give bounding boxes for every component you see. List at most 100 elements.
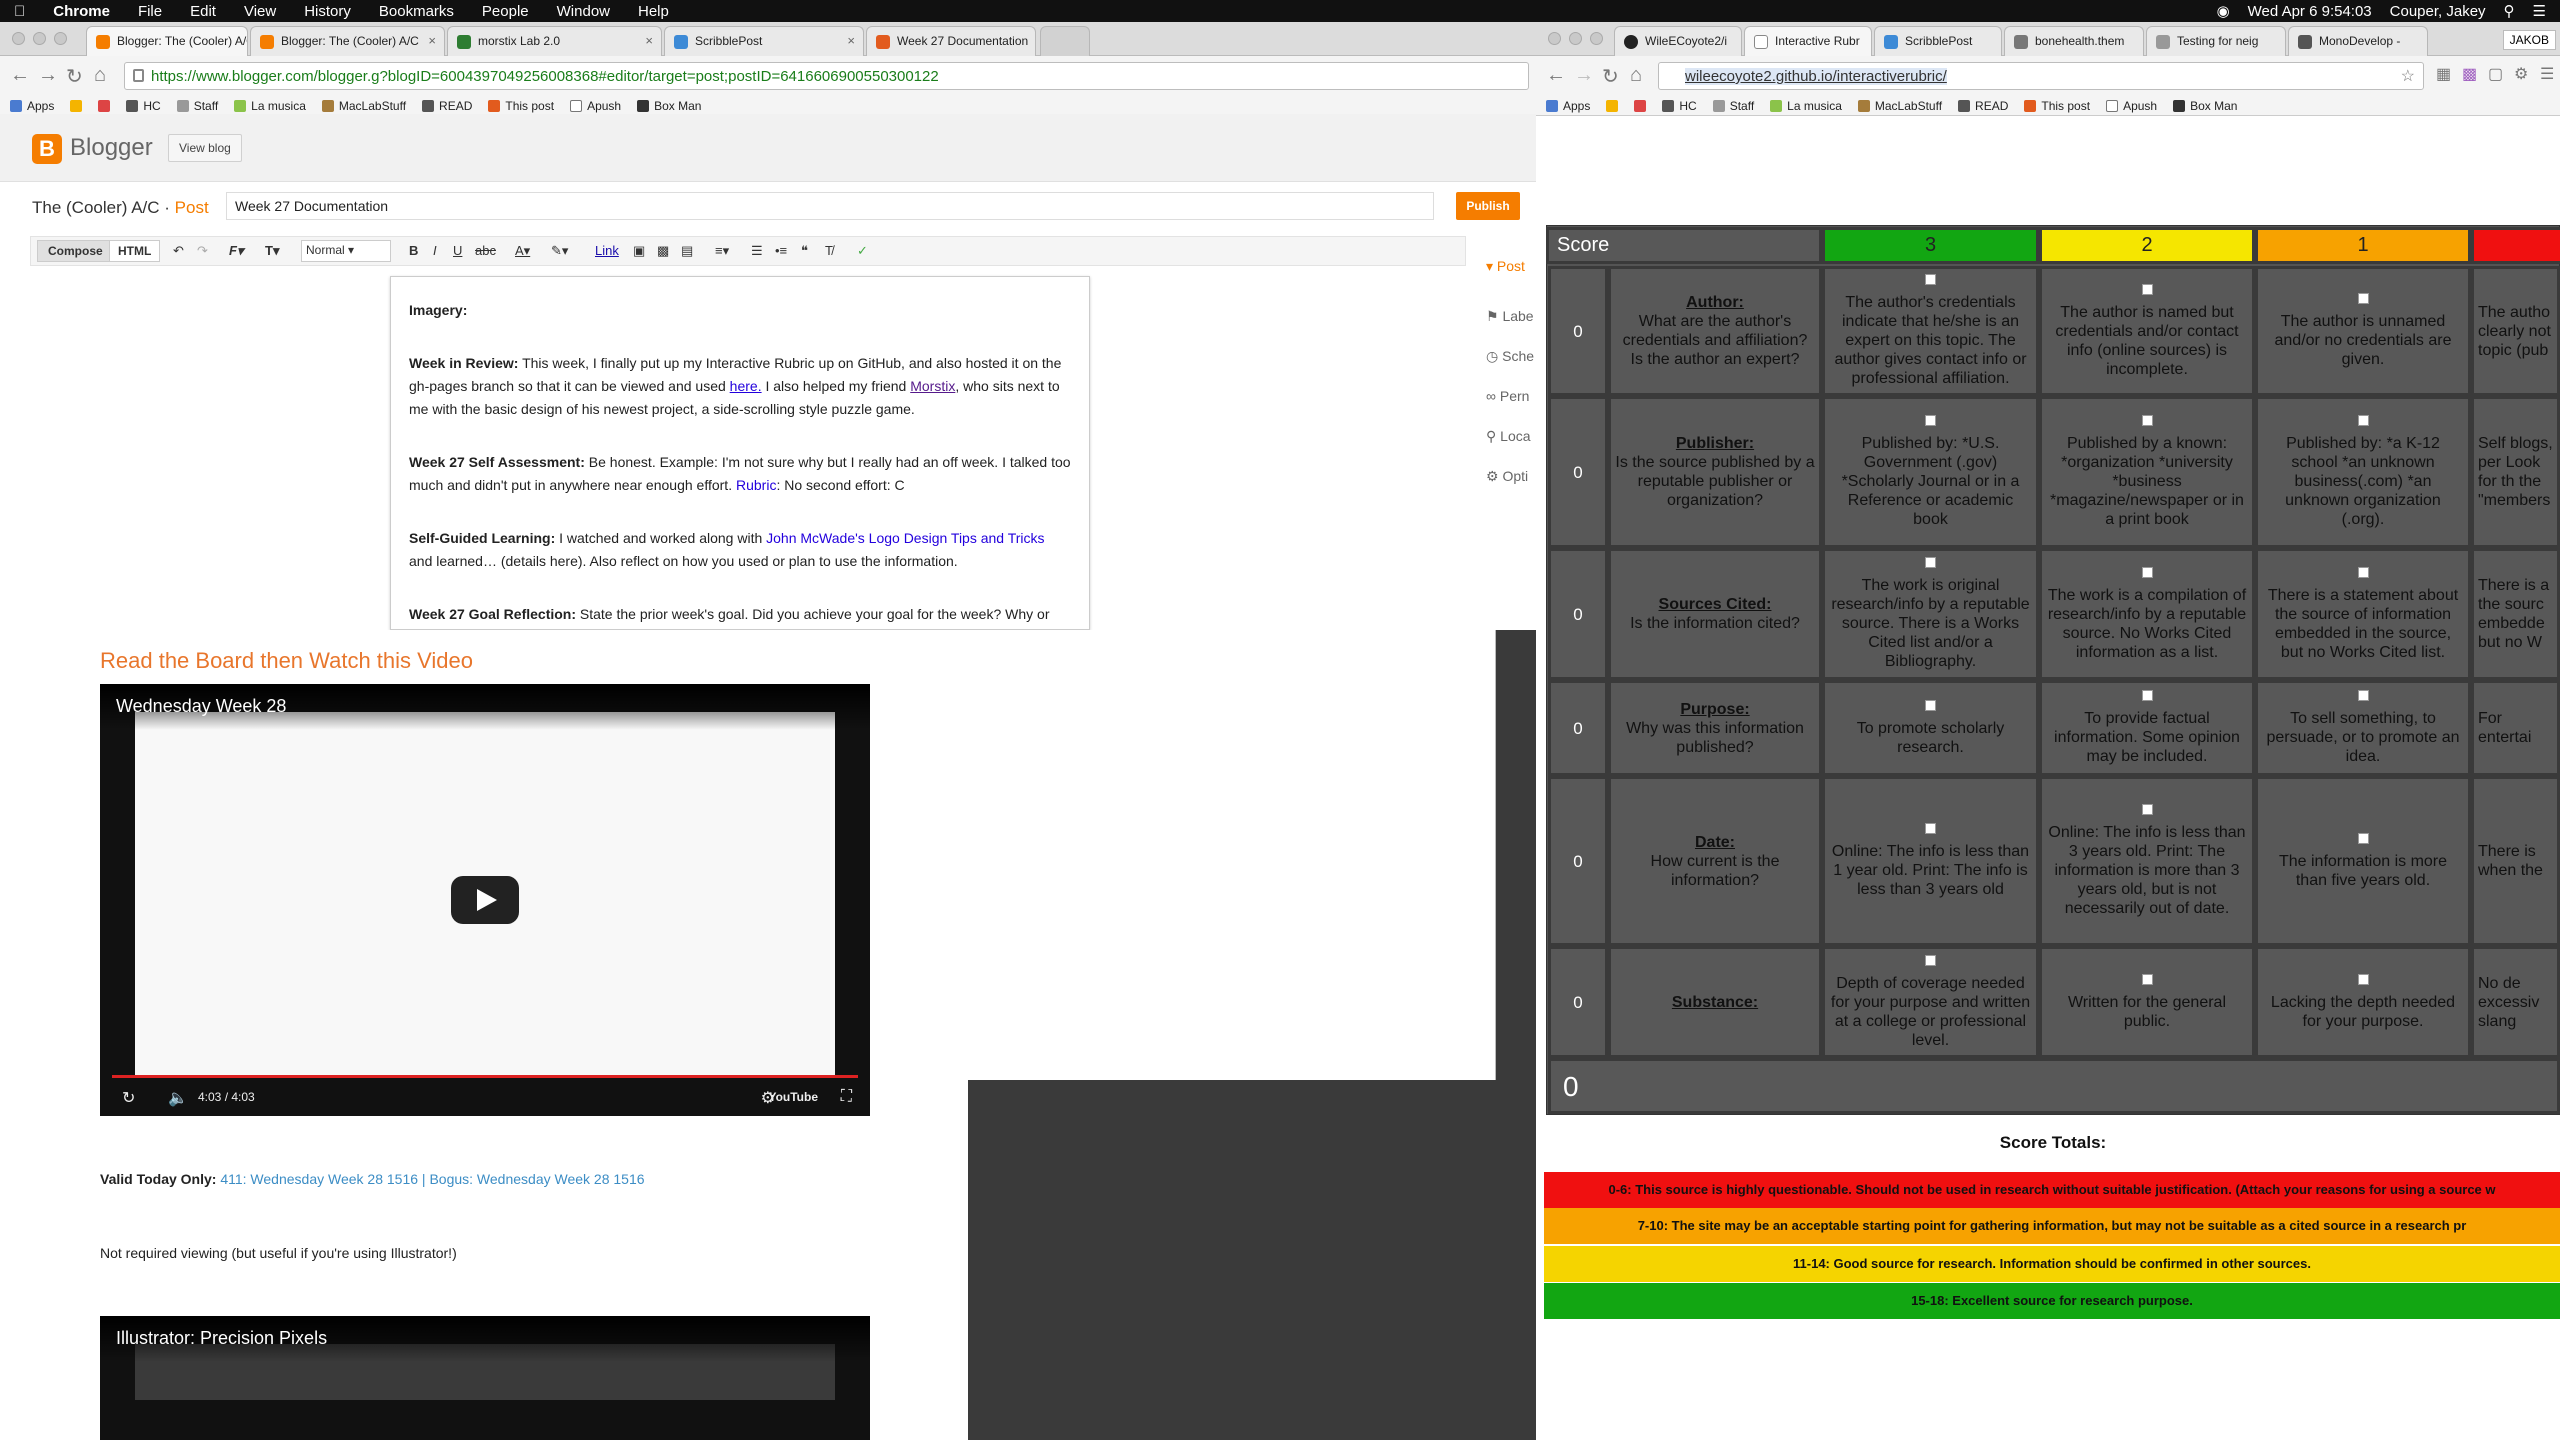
tab-blogger-1[interactable]: Blogger: The (Cooler) A/C (86, 26, 248, 56)
option-checkbox[interactable] (2141, 804, 2153, 815)
rubric-option-3[interactable]: The author's credentials indicate that h… (1822, 266, 2039, 396)
sidebar-item-permalink[interactable]: ∞ Pern (1486, 388, 1529, 404)
bullet-list-icon[interactable]: •≡ (775, 243, 787, 258)
option-checkbox[interactable] (2357, 690, 2369, 701)
search-icon[interactable]: ⚲ (2504, 2, 2515, 20)
highlight-icon[interactable]: ✎▾ (551, 243, 568, 259)
bookmark-apps[interactable]: Apps (1546, 99, 1590, 113)
bookmark-this-post[interactable]: This post (2024, 99, 2090, 113)
bookmark-la-musica[interactable]: La musica (234, 99, 306, 113)
view-blog-button[interactable]: View blog (168, 134, 242, 162)
rubric-option-3[interactable]: The work is original research/info by a … (1822, 548, 2039, 680)
bookmark-apps[interactable]: Apps (10, 99, 54, 113)
sidebar-item-labels[interactable]: ⚑ Labe (1486, 308, 1534, 325)
menu-view[interactable]: View (230, 3, 290, 20)
bookmark-staff[interactable]: Staff (176, 99, 218, 113)
rubric-option-2[interactable]: To provide factual information. Some opi… (2039, 680, 2255, 776)
bookmark-apush[interactable]: Apush (570, 99, 621, 113)
option-checkbox[interactable] (2357, 566, 2369, 578)
youtube-logo[interactable]: YouTube (768, 1090, 818, 1104)
option-checkbox[interactable] (2141, 690, 2153, 701)
video-player[interactable]: Wednesday Week 28 ↻ 🔈 4:03 / 4:03 ⚙ YouT… (100, 684, 870, 1116)
maximize-window-button[interactable] (54, 32, 67, 45)
undo-icon[interactable]: ↶ (173, 243, 184, 259)
close-window-button[interactable] (1548, 32, 1561, 45)
option-checkbox[interactable] (1925, 954, 1936, 966)
bookmark-gmail[interactable] (1634, 99, 1647, 112)
option-checkbox[interactable] (2357, 293, 2369, 304)
rubric-option-2[interactable]: The work is a compilation of research/in… (2039, 548, 2255, 680)
option-checkbox[interactable] (1925, 699, 1936, 711)
apple-icon[interactable]:  (0, 3, 39, 20)
rubric-option-2[interactable]: Written for the general public. (2039, 946, 2255, 1058)
bookmark-star-icon[interactable]: ☆ (2401, 66, 2415, 86)
menu-window[interactable]: Window (543, 3, 624, 20)
tab-morstix[interactable]: morstix Lab 2.0 × (447, 26, 662, 56)
option-checkbox[interactable] (1925, 557, 1936, 568)
option-checkbox[interactable] (2141, 973, 2153, 985)
post-title-input[interactable]: Week 27 Documentation (226, 192, 1434, 220)
play-icon[interactable] (451, 876, 519, 924)
bookmark-read[interactable]: READ (422, 99, 472, 113)
menu-edit[interactable]: Edit (176, 3, 230, 20)
close-tab-icon[interactable]: × (428, 33, 436, 48)
link-button[interactable]: Link (595, 243, 619, 258)
bookmark-read[interactable]: READ (1958, 99, 2008, 113)
bookmark-gmail[interactable] (98, 99, 111, 112)
link-bogus[interactable]: Bogus: Wednesday Week 28 1516 (429, 1171, 644, 1187)
rubric-option-2[interactable]: The author is named but credentials and/… (2039, 266, 2255, 396)
close-window-button[interactable] (12, 32, 25, 45)
option-checkbox[interactable] (2357, 832, 2369, 844)
sidebar-item-location[interactable]: ⚲ Loca (1486, 428, 1531, 445)
blogger-logo-icon[interactable]: B (32, 134, 62, 164)
menu-history[interactable]: History (290, 3, 365, 20)
rubric-option-1[interactable]: To sell something, to persuade, or to pr… (2255, 680, 2471, 776)
menu-file[interactable]: File (124, 3, 176, 20)
post-settings-header[interactable]: ▾ Post (1486, 258, 1525, 275)
bookmark-maclabstuff[interactable]: MacLabStuff (1857, 99, 1942, 113)
rubric-option-3[interactable]: To promote scholarly research. (1822, 680, 2039, 776)
minimize-window-button[interactable] (1569, 32, 1582, 45)
extension-icon[interactable]: ▦ (2436, 64, 2451, 84)
extension-icon[interactable]: ▢ (2488, 64, 2503, 84)
fullscreen-icon[interactable]: ⛶ (841, 1088, 852, 1106)
morstix-link[interactable]: Morstix (910, 378, 955, 394)
back-icon[interactable]: ← (1546, 64, 1566, 87)
extension-icon[interactable]: ⚙ (2514, 64, 2528, 84)
menu-app-name[interactable]: Chrome (39, 3, 124, 20)
bookmark-hc[interactable]: HC (1662, 99, 1697, 113)
html-tab[interactable]: HTML (109, 240, 161, 262)
bookmark-maclabstuff[interactable]: MacLabStuff (321, 99, 406, 113)
menu-bookmarks[interactable]: Bookmarks (365, 3, 468, 20)
image-icon[interactable]: ▣ (633, 243, 645, 259)
numbered-list-icon[interactable]: ☰ (751, 243, 763, 259)
quote-icon[interactable]: ❝ (801, 243, 808, 259)
publish-button[interactable]: Publish (1456, 192, 1520, 220)
bookmark-box-man[interactable]: Box Man (637, 99, 701, 113)
reload-icon[interactable]: ↻ (66, 64, 83, 89)
rubric-option-2[interactable]: Online: The info is less than 3 years ol… (2039, 776, 2255, 946)
option-checkbox[interactable] (2357, 973, 2369, 985)
option-checkbox[interactable] (1925, 274, 1936, 285)
rubric-option-3[interactable]: Online: The info is less than 1 year old… (1822, 776, 2039, 946)
rubric-option-2[interactable]: Published by a known: *organization *uni… (2039, 396, 2255, 548)
menu-list-icon[interactable]: ☰ (2533, 2, 2546, 20)
rubric-link[interactable]: here. (730, 378, 762, 394)
tab-week27[interactable]: Week 27 Documentation (866, 26, 1036, 56)
video-title-2[interactable]: Illustrator: Precision Pixels (100, 1316, 870, 1362)
option-checkbox[interactable] (2357, 415, 2369, 426)
tab-bonehealth[interactable]: bonehealth.them (2004, 26, 2144, 56)
back-icon[interactable]: ← (10, 64, 30, 87)
reload-icon[interactable]: ↻ (1602, 64, 1619, 89)
rubric-option-0[interactable]: For entertai (2471, 680, 2560, 776)
sidebar-item-options[interactable]: ⚙ Opti (1486, 468, 1528, 485)
remove-formatting-icon[interactable]: T̸ (825, 243, 833, 258)
blogger-brand[interactable]: Blogger (70, 134, 153, 162)
rubric-option-0[interactable]: There is a the sourc embedde but no W (2471, 548, 2560, 680)
close-tab-icon[interactable]: × (645, 33, 653, 48)
forward-icon[interactable]: → (38, 64, 58, 87)
rubric-option-1[interactable]: The author is unnamed and/or no credenti… (2255, 266, 2471, 396)
bookmark-staff[interactable]: Staff (1712, 99, 1754, 113)
rubric-option-1[interactable]: The information is more than five years … (2255, 776, 2471, 946)
chrome-menu-icon[interactable]: ☰ (2540, 64, 2554, 84)
